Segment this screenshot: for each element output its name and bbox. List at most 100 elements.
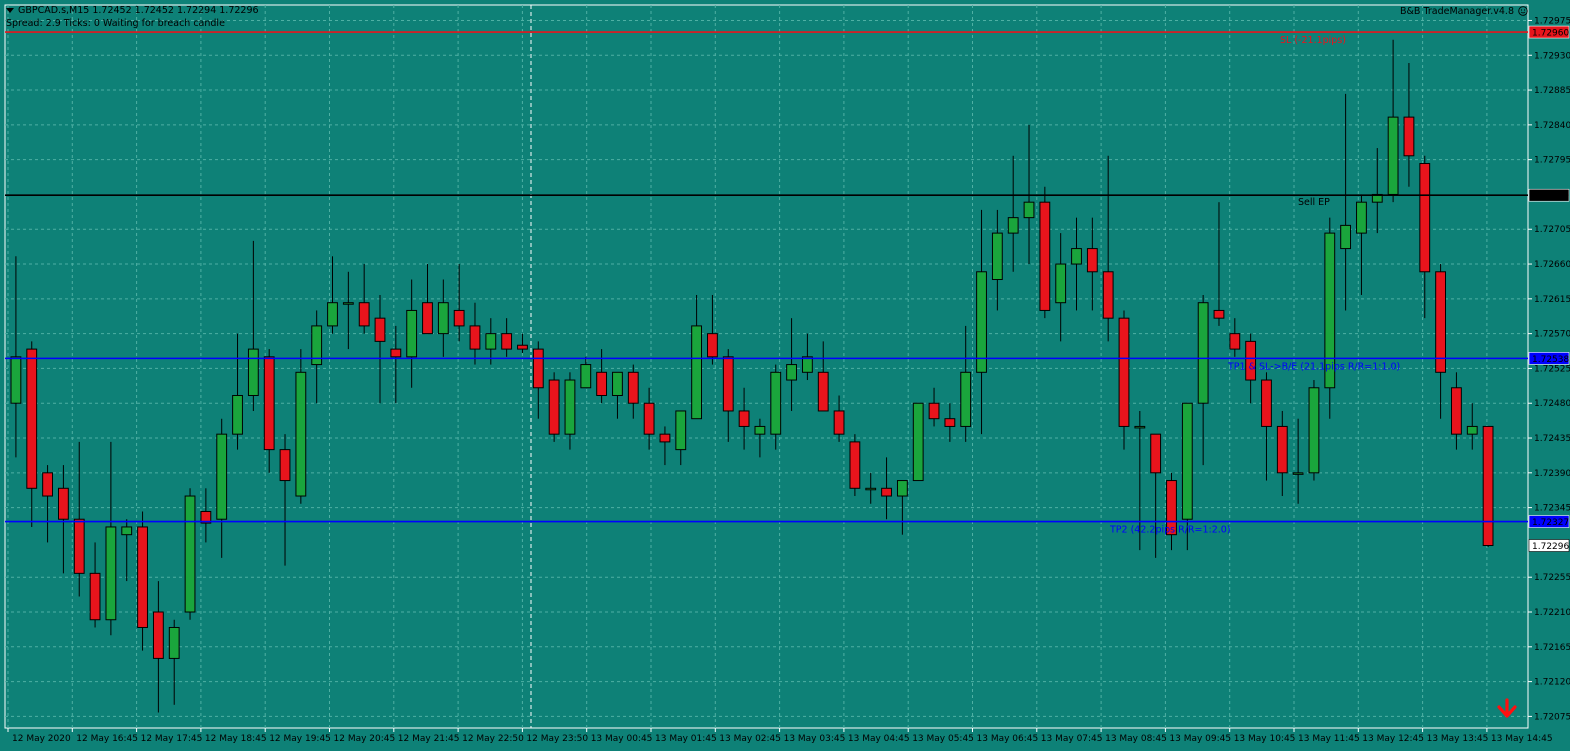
candle-bull [1387,116,1399,195]
candle-bear [738,410,750,427]
time-tick-label: 13 May 07:45 [1041,734,1103,744]
candle-bull [770,371,782,435]
sl-label: SL (-21.1pips) [1280,35,1346,46]
candle-bull [1055,263,1067,304]
candle-bull [1071,248,1082,265]
price-tick-label: 1.72615 [1534,295,1570,305]
candle-bull [1134,425,1146,429]
price-tick-label: 1.72210 [1534,608,1570,618]
time-tick-label: 13 May 13:45 [1427,734,1489,744]
tp1-axis-tag-label: 1.72538 [1532,355,1569,365]
candle-bull [1181,402,1193,520]
candle-bear [26,348,38,489]
candle-bull [912,402,924,482]
time-tick-label: 12 May 23:50 [526,734,588,744]
candle-bear [1118,317,1130,427]
candle-bull [1356,201,1367,234]
time-tick-label: 12 May 20:45 [334,734,396,744]
candle-bull [564,379,576,435]
candle-bull [406,309,418,358]
candle-bear [1102,271,1114,319]
candle-bear [1435,271,1447,373]
candle-bear [422,302,433,335]
price-tick-label: 1.72255 [1534,573,1570,583]
candle-bear [263,356,275,451]
candle-bull [675,410,687,451]
price-tick-label: 1.72345 [1534,504,1570,514]
candle-bear [501,333,513,350]
time-tick-label: 12 May 16:45 [76,734,138,744]
candle-bull [121,526,133,536]
candle-bear [517,344,528,350]
candle-bull [184,495,196,613]
candle-bull [754,425,766,435]
candle-bull [232,394,243,435]
tp2-label: TP2 (42.2pips R/R=1:2.0) [1109,525,1231,536]
sell-arrow-shape [1497,698,1517,718]
time-tick-label: 13 May 10:45 [1234,734,1296,744]
time-tick-label: 13 May 00:45 [591,734,653,744]
candle-bear [881,487,892,497]
price-tick-label: 1.72885 [1534,86,1570,96]
candle-bear [374,317,386,342]
time-tick-label: 13 May 08:45 [1105,734,1167,744]
price-tick-label: 1.72075 [1534,712,1570,722]
time-tick-label: 12 May 21:45 [398,734,460,744]
candle-bear [548,379,560,435]
trade-levels[interactable]: SL (-21.1pips) Sell EP TP1 & SL->B/E (21.1… [5,31,1528,536]
candle-bear [643,402,655,435]
candle-bear [627,371,639,404]
candle-bull [327,302,338,327]
candle-bull [976,271,987,373]
time-tick-label: 13 May 14:45 [1491,734,1553,744]
candle-bull [960,371,972,427]
candle-bull [295,371,307,497]
price-axis: 1.72975 1.72930 1.72885 1.72840 1.72795 1.727… [1528,16,1570,722]
candle-bear [1419,163,1431,273]
candle-bear [89,572,101,621]
time-tick-label: 12 May 17:45 [141,734,203,744]
time-tick-label: 13 May 12:45 [1362,734,1424,744]
price-tick-label: 1.72435 [1534,434,1570,444]
time-tick-label: 13 May 06:45 [977,734,1039,744]
candle-bear [1229,333,1241,350]
time-tick-label: 12 May 2020 [12,734,71,744]
price-chart[interactable]: SL (-21.1pips) Sell EP TP1 & SL->B/E (21.1… [0,0,1570,751]
sell-arrow-icon [1497,698,1517,718]
candle-bull [1023,201,1035,219]
candle-bear [1261,379,1272,427]
price-tick-label: 1.72120 [1534,678,1570,688]
time-tick-label: 12 May 18:45 [205,734,267,744]
candle-bear [42,472,53,497]
candle-bear [833,410,845,435]
status-line: Spread: 2.9 Ticks: 0 Waiting for breach … [6,18,225,29]
candle-bear [1150,433,1162,474]
candle-bear [390,348,402,358]
candle-bear [358,302,370,327]
time-axis: 12 May 2020 12 May 16:45 12 May 17:45 12 Ma… [7,728,1553,744]
candle-bull [691,325,703,420]
price-tick-label: 1.72795 [1534,156,1570,166]
candle-bull [1292,472,1304,475]
candle-bull [1466,425,1478,435]
price-tick-label: 1.72480 [1534,399,1570,409]
candle-bull [786,364,797,381]
candle-bear [1213,309,1225,319]
candle-bear [1451,387,1462,435]
candle-bear [596,371,608,396]
time-tick-label: 12 May 22:50 [462,734,524,744]
candle-bear [817,371,829,412]
candle-bear [57,487,69,520]
time-tick-label: 13 May 05:45 [912,734,974,744]
bid-axis-tag-label: 1.72296 [1532,542,1569,552]
dropdown-triangle-icon[interactable] [6,8,14,13]
candle-bear [928,402,940,420]
candle-bear [1482,425,1494,547]
candle-bear [532,348,544,389]
smiley-icon[interactable] [1518,6,1528,16]
candle-bear [722,356,734,412]
candle-bear [849,441,861,489]
price-tick-label: 1.72390 [1534,469,1570,479]
candle-bear [1039,201,1051,311]
symbol-line: GBPCAD.s,M15 1.72452 1.72452 1.72294 1.7… [18,5,259,16]
